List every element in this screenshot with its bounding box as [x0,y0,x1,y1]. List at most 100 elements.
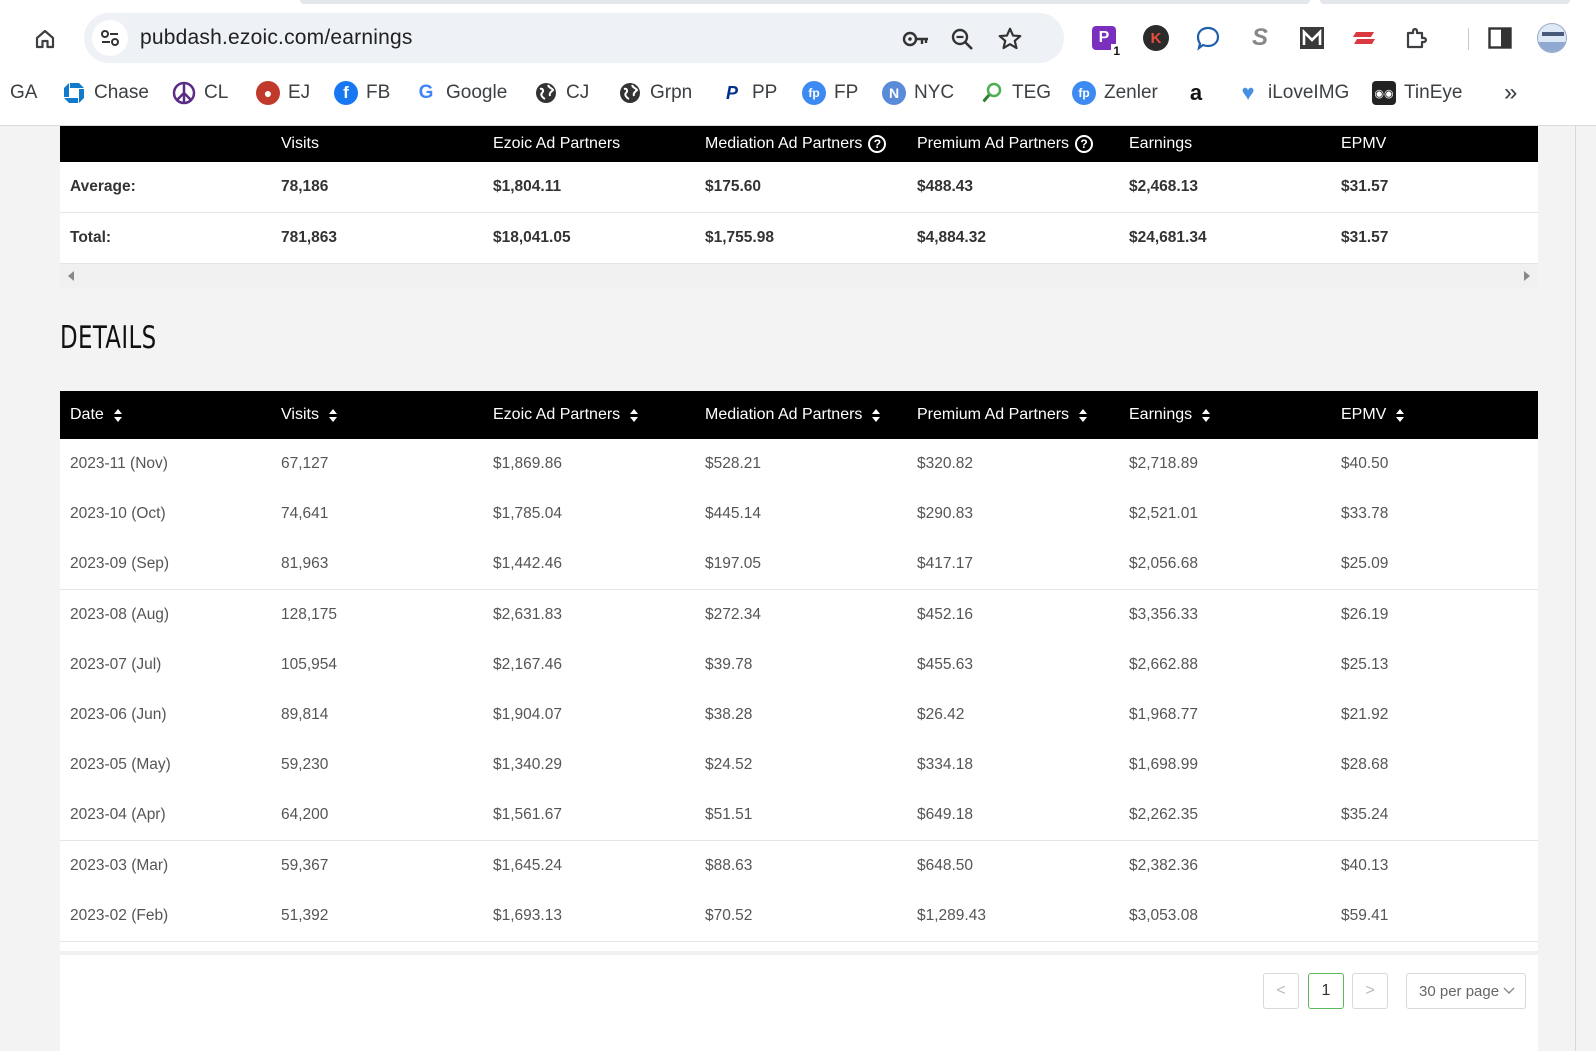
per-page-select[interactable]: 30 per page [1406,973,1526,1009]
bookmark-grpn[interactable]: Grpn [618,78,692,108]
cell-premium: $320.82 [917,455,974,472]
bookmark-pp[interactable]: P PP [720,78,777,108]
sort-premium-ad-partners[interactable]: Premium Ad Partners [917,391,1088,439]
bookmark-tineye[interactable]: ◉◉ TinEye [1372,78,1462,108]
prev-page-button[interactable]: < [1263,973,1299,1009]
extension-k[interactable]: K [1140,22,1172,54]
extension-p[interactable]: P 1 [1088,22,1122,58]
bookmark-label: EJ [288,82,311,103]
bookmark-cj[interactable]: CJ [534,78,589,108]
bookmark-chase[interactable]: Chase [62,78,149,108]
scroll-right-icon[interactable] [1524,271,1530,281]
bookmark-amazon[interactable]: a [1184,78,1208,108]
heart-icon: ♥ [1241,80,1255,105]
next-page-button[interactable]: > [1352,973,1388,1009]
home-button[interactable] [28,22,62,56]
cell-earnings: $1,968.77 [1129,706,1198,723]
cell-epmv: $33.78 [1341,505,1389,523]
cell-epmv: $40.50 [1341,455,1389,472]
site-info-button[interactable] [92,20,128,56]
tab-strip [300,0,1310,4]
cell-ezoic: $1,869.86 [493,455,562,472]
more-bookmarks-button[interactable]: » [1504,78,1517,108]
k-extension-icon: K [1143,25,1169,51]
sort-ezoic-ad-partners[interactable]: Ezoic Ad Partners [493,391,639,439]
bookmark-ga[interactable]: GA [10,78,37,108]
address-bar[interactable]: pubdash.ezoic.com/earnings [84,13,1064,63]
sort-mediation-ad-partners[interactable]: Mediation Ad Partners [705,391,881,439]
cell-epmv: $26.19 [1341,605,1389,623]
zoom-button[interactable] [948,25,976,53]
scroll-left-icon[interactable] [68,271,74,281]
sort-earnings[interactable]: Earnings [1129,391,1211,439]
tune-icon [101,30,119,46]
sort-icon [113,408,122,422]
extension-express[interactable] [1348,22,1380,54]
cell-date: 2023-08 (Aug) [70,605,170,623]
bookmark-label: Zenler [1104,82,1158,103]
col-premium-ad-partners: Premium Ad Partners? [917,126,1094,162]
sort-icon [328,408,337,422]
summary-horizontal-scrollbar[interactable] [60,264,1538,288]
cell-visits: 89,814 [281,706,329,723]
table-row: 2023-02 (Feb) 51,392 $1,693.13 $70.52 $1,289… [60,890,1538,942]
bookmark-fp[interactable]: fp FP [802,78,858,108]
cell-earnings: $24,681.34 [1129,229,1207,246]
cell-premium: $334.18 [917,756,974,774]
cell-earnings: $2,056.68 [1129,555,1198,573]
bookmark-nyc[interactable]: N NYC [882,78,954,108]
side-panel-button[interactable] [1484,22,1516,54]
fp-icon: fp [1072,81,1096,105]
cell-mediation: $51.51 [705,806,753,824]
table-row: 2023-04 (Apr) 64,200 $1,561.67 $51.51 $649.1… [60,790,1538,842]
cell-premium: $4,884.32 [917,229,986,246]
cell-visits: 74,641 [281,505,329,523]
summary-row-total: Total: 781,863 $18,041.05 $1,755.98 $4,8… [60,213,1538,264]
chevron-down-icon [1503,987,1515,994]
globe-icon [536,83,556,103]
sort-visits[interactable]: Visits [281,391,337,439]
cell-mediation: $24.52 [705,756,753,774]
cell-date: 2023-11 (Nov) [70,455,168,472]
cell-ezoic: $1,785.04 [493,505,562,523]
extension-chat[interactable] [1192,22,1224,54]
bookmark-star-button[interactable] [996,25,1024,53]
cell-visits: 64,200 [281,806,329,824]
cell-ezoic: $1,904.07 [493,706,562,723]
ej-icon: ● [256,81,280,105]
bookmark-ilovemg[interactable]: ♥ iLoveIMG [1236,78,1349,108]
help-icon[interactable]: ? [1075,135,1094,153]
extension-s[interactable]: S [1244,22,1276,54]
bookmark-label: Google [446,82,508,103]
bookmark-label: TEG [1012,82,1052,103]
cell-ezoic: $1,561.67 [493,806,562,824]
bookmark-fb[interactable]: f FB [334,78,390,108]
bookmark-ej[interactable]: ● EJ [256,78,310,108]
page-1-button[interactable]: 1 [1308,973,1344,1009]
bookmark-label: FP [834,82,859,103]
cell-premium: $1,289.43 [917,906,986,924]
cell-ezoic: $1,804.11 [493,178,562,195]
cell-earnings: $2,718.89 [1129,455,1198,472]
cell-visits: 781,863 [281,229,338,246]
row-label: Average: [70,178,136,195]
col-ezoic-ad-partners: Ezoic Ad Partners [493,135,621,152]
help-icon[interactable]: ? [868,135,887,153]
profile-button[interactable] [1536,22,1568,54]
extensions-menu-button[interactable] [1400,22,1432,54]
sort-date[interactable]: Date [70,391,122,439]
sort-epmv[interactable]: EPMV [1341,391,1405,439]
bookmark-cl[interactable]: CL [172,78,228,108]
extension-m[interactable] [1296,22,1328,54]
details-header: Date Visits Ezoic Ad Partners Mediation … [60,391,1538,439]
cell-mediation: $88.63 [705,856,753,874]
cell-visits: 128,175 [281,605,338,623]
bookmark-zenler[interactable]: fp Zenler [1072,78,1158,108]
cell-mediation: $70.52 [705,906,753,924]
url-text[interactable]: pubdash.ezoic.com/earnings [140,26,413,50]
bookmark-google[interactable]: G Google [414,78,508,108]
password-key-button[interactable] [902,25,930,53]
cell-visits: 67,127 [281,455,329,472]
bookmark-teg[interactable]: TEG [980,78,1051,108]
cell-earnings: $2,262.35 [1129,806,1198,824]
